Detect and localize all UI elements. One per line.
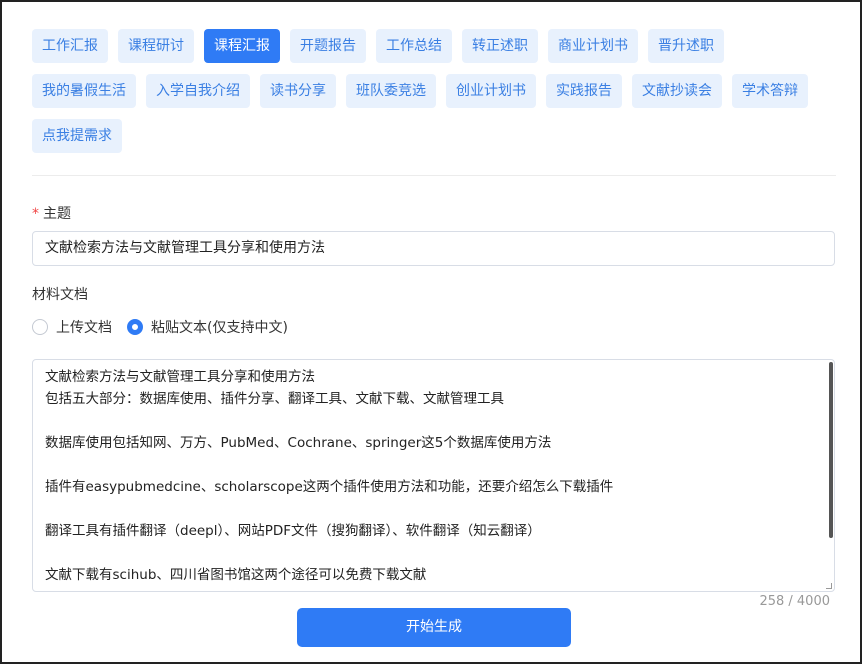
radio-circle-paste[interactable] (127, 319, 143, 335)
material-label: 材料文档 (32, 287, 88, 303)
tag-button[interactable]: 实践报告 (546, 74, 622, 108)
tag-button[interactable]: 点我提需求 (32, 119, 122, 153)
character-counter: 258 / 4000 (759, 594, 830, 609)
topic-label-row: * 主题 (32, 203, 71, 223)
tag-button[interactable]: 入学自我介绍 (146, 74, 250, 108)
tag-button[interactable]: 班队委竞选 (346, 74, 436, 108)
material-source-radio-group: 上传文档 粘贴文本(仅支持中文) (32, 316, 303, 338)
start-generate-button[interactable]: 开始生成 (297, 608, 571, 647)
radio-label-paste: 粘贴文本(仅支持中文) (151, 320, 288, 336)
required-mark: * (32, 206, 39, 222)
tag-button[interactable]: 我的暑假生活 (32, 74, 136, 108)
tag-button[interactable]: 文献抄读会 (632, 74, 722, 108)
tag-button[interactable]: 工作总结 (376, 29, 452, 63)
radio-paste-text[interactable]: 粘贴文本(仅支持中文) (127, 317, 288, 337)
tag-button[interactable]: 商业计划书 (548, 29, 638, 63)
tag-button[interactable]: 开题报告 (290, 29, 366, 63)
material-textarea[interactable]: 文献检索方法与文献管理工具分享和使用方法 包括五大部分：数据库使用、插件分享、翻… (32, 359, 835, 592)
tag-button[interactable]: 课程研讨 (118, 29, 194, 63)
topic-label: 主题 (43, 206, 71, 222)
tag-button[interactable]: 学术答辩 (732, 74, 808, 108)
radio-circle-upload[interactable] (32, 319, 48, 335)
tag-button[interactable]: 晋升述职 (648, 29, 724, 63)
section-divider (32, 175, 836, 176)
tag-button[interactable]: 转正述职 (462, 29, 538, 63)
textarea-scrollbar[interactable] (829, 362, 833, 538)
radio-label-upload: 上传文档 (56, 320, 112, 336)
tag-button[interactable]: 课程汇报 (204, 29, 280, 63)
tag-button[interactable]: 工作汇报 (32, 29, 108, 63)
template-tag-list: 工作汇报 课程研讨 课程汇报 开题报告 工作总结 转正述职 商业计划书 晋升述职我的暑假生活入… (32, 29, 832, 153)
resize-handle-icon[interactable] (826, 583, 832, 589)
tag-button[interactable]: 创业计划书 (446, 74, 536, 108)
page-frame: 工作汇报 课程研讨 课程汇报 开题报告 工作总结 转正述职 商业计划书 晋升述职我的暑假生活入… (0, 0, 862, 664)
topic-input[interactable]: 文献检索方法与文献管理工具分享和使用方法 (32, 231, 835, 266)
radio-upload-document[interactable]: 上传文档 (32, 317, 112, 337)
material-text[interactable]: 文献检索方法与文献管理工具分享和使用方法 包括五大部分：数据库使用、插件分享、翻… (33, 360, 834, 586)
tag-button[interactable]: 读书分享 (260, 74, 336, 108)
